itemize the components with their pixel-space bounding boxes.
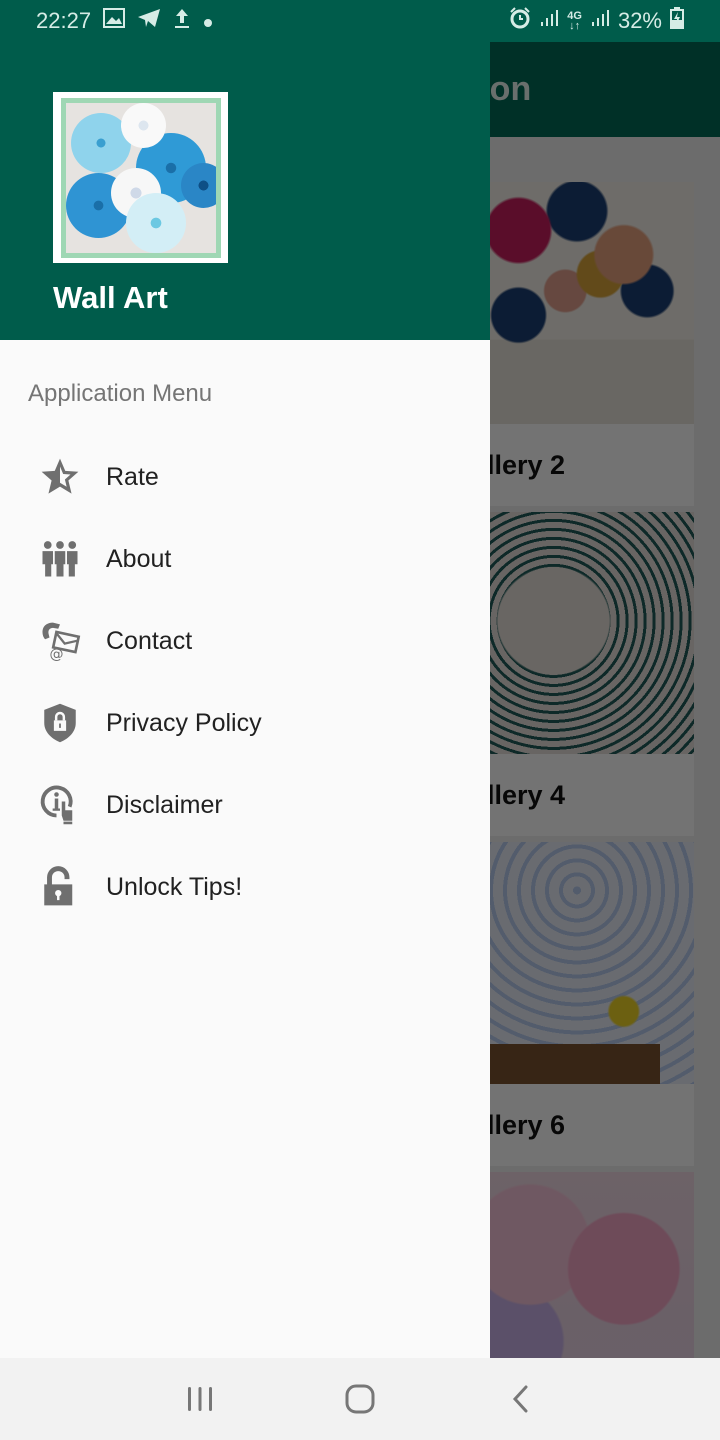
- unlock-icon: [38, 865, 82, 909]
- star-half-icon: [38, 455, 82, 499]
- home-button[interactable]: [330, 1369, 390, 1429]
- status-bar: 22:27 4G ↓↑ 32%: [0, 0, 720, 42]
- menu-section-title: Application Menu: [28, 380, 213, 407]
- upload-icon: [173, 7, 191, 35]
- system-nav-bar: [0, 1358, 720, 1440]
- status-time: 22:27: [36, 8, 92, 33]
- menu-item-privacy-policy[interactable]: Privacy Policy: [0, 682, 490, 764]
- battery-charging-icon: [670, 7, 684, 35]
- image-icon: [103, 8, 126, 34]
- 4g-data-icon: 4G ↓↑: [567, 10, 582, 32]
- recent-apps-button[interactable]: [170, 1369, 230, 1429]
- menu-item-disclaimer[interactable]: Disclaimer: [0, 764, 490, 846]
- navigation-drawer: Wall Art Application Menu Rate About @ C…: [0, 0, 490, 1358]
- back-button[interactable]: [490, 1369, 550, 1429]
- menu-item-label: Contact: [106, 626, 193, 655]
- drawer-menu: Rate About @ Contact Privacy Policy Disc…: [0, 436, 490, 928]
- shield-lock-icon: [38, 701, 82, 745]
- menu-item-label: Unlock Tips!: [106, 872, 243, 901]
- menu-item-unlock-tips[interactable]: Unlock Tips!: [0, 846, 490, 928]
- svg-text:@: @: [50, 647, 64, 663]
- dot-icon: [203, 8, 213, 34]
- signal-icon: [539, 8, 559, 34]
- signal-icon: [590, 8, 610, 34]
- drawer-app-name: Wall Art: [53, 280, 168, 315]
- drawer-header: Wall Art: [0, 0, 490, 340]
- info-touch-icon: [38, 783, 82, 827]
- menu-item-label: Rate: [106, 462, 159, 491]
- menu-item-label: Disclaimer: [106, 790, 223, 819]
- menu-item-label: Privacy Policy: [106, 708, 262, 737]
- people-icon: [38, 537, 82, 581]
- phone-mail-icon: @: [38, 619, 82, 663]
- network-type-label: 4G: [567, 10, 582, 22]
- menu-item-contact[interactable]: @ Contact: [0, 600, 490, 682]
- telegram-icon: [137, 8, 161, 34]
- menu-item-rate[interactable]: Rate: [0, 436, 490, 518]
- recent-apps-icon: [188, 1387, 212, 1411]
- battery-percent: 32%: [617, 8, 662, 33]
- app-logo: [53, 92, 228, 263]
- back-icon: [512, 1385, 528, 1413]
- menu-item-label: About: [106, 544, 172, 573]
- home-icon: [345, 1384, 375, 1414]
- alarm-icon: [509, 7, 531, 35]
- menu-item-about[interactable]: About: [0, 518, 490, 600]
